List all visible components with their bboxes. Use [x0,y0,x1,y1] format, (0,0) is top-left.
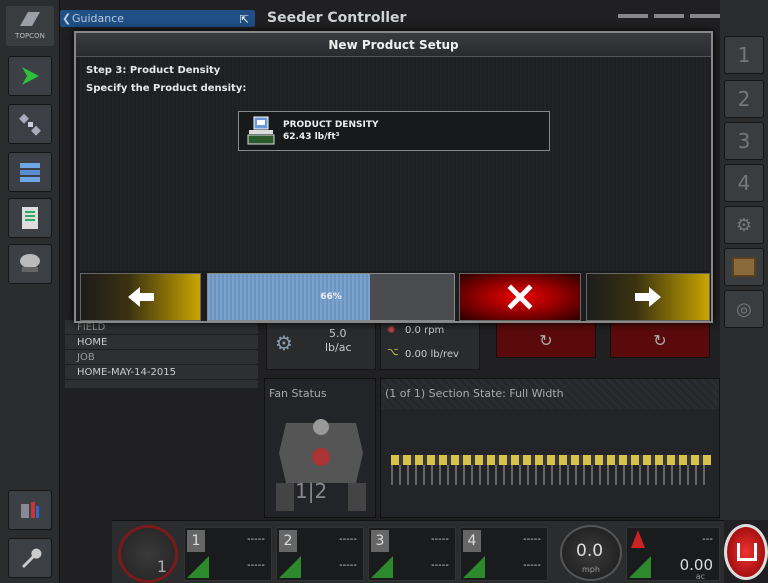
implement-icon [21,502,39,518]
satellite-button[interactable] [8,104,52,144]
section-toggle-2[interactable]: ↻ [610,322,710,358]
area-unit: ac [695,572,705,581]
dialog-step: Step 3: Product Density [86,65,221,76]
rev-icon: ⌥ [387,347,399,358]
next-button[interactable] [586,273,710,321]
product-density-field[interactable]: PRODUCT DENSITY 62.43 lb/ft³ [238,111,550,151]
meter-button[interactable]: ◎ [724,290,764,328]
rate-unit: lb/ac [325,341,352,354]
layout-icon [20,163,40,182]
green-triangle-icon [187,556,209,578]
seeder-icon [20,254,40,272]
bottom-bar: 1 1 ----- ----- 2 ----- ----- 3 ----- ----- 4-… [112,520,724,583]
scale-icon [247,116,275,145]
top-bar: ❮ Guidance ⇱ Seeder Controller [60,8,720,28]
right-sidebar: 1 2 3 4 ⚙ ◎ [720,0,768,520]
fan-status-label: Fan Status [269,387,327,400]
rate-value: 5.0 [329,327,347,340]
document-button[interactable] [8,198,52,238]
product-2-button[interactable]: 2 [724,80,764,118]
density-label: PRODUCT DENSITY [283,120,379,130]
refresh-icon: ↻ [653,330,667,350]
gear-wrench-icon: ⚙ [735,214,753,236]
rate-cell[interactable]: ⚙ 5.0 lb/ac [266,322,376,370]
close-icon [507,284,533,310]
field-value: HOME [65,335,258,350]
green-triangle-icon [629,556,651,578]
back-button[interactable] [80,273,201,321]
tools-button[interactable]: ⚙ [724,206,764,244]
arrow-left-icon [127,287,154,307]
meter-icon: ◎ [736,298,752,320]
fan-status-panel: Fan Status 1|2 [264,378,376,518]
section-state-label: (1 of 1) Section State: Full Width [381,379,719,409]
guidance-tab[interactable]: ❮ Guidance ⇱ [60,9,255,27]
red-arrow-icon [631,530,645,548]
bottom-slot-2[interactable]: 2 ----- ----- [276,527,364,581]
rev-value: 0.00 lb/rev [405,349,459,360]
rpm-value: 0.0 rpm [405,325,445,336]
guidance-label: Guidance [72,11,125,25]
green-triangle-icon [371,556,393,578]
refresh-icon: ↻ [539,330,553,350]
bin-button[interactable] [724,248,764,286]
area-top: --- [702,534,713,545]
back-chevron-icon: ❮ [62,11,72,25]
master-dial-number: 1 [156,557,167,576]
seeder-controller-screen: TOPCON ❮ Guidance ⇱ Seeder Controller 1 … [0,0,768,583]
speed-unit: mph [582,565,600,574]
setup-progress-bar: 66% [207,273,455,321]
play-arrow-icon [22,67,39,85]
seeder-shape-icon [737,543,757,561]
section-state-panel: (1 of 1) Section State: Full Width [380,378,720,518]
area-counter[interactable]: --- 0.00 ac [626,527,720,581]
density-value: 62.43 lb/ft³ [283,132,340,142]
app-title: Seeder Controller [267,10,407,26]
section-tines [391,465,711,485]
topcon-logo: TOPCON [6,6,54,46]
dialog-instruction: Specify the Product density: [86,83,247,94]
master-switch-button[interactable] [724,524,768,580]
product-4-button[interactable]: 4 [724,164,764,202]
layout-button[interactable] [8,152,52,192]
job-value: HOME-MAY-14-2015 [65,365,258,380]
guidance-button[interactable] [8,56,52,96]
dialog-title: New Product Setup [76,33,711,57]
cancel-button[interactable] [459,273,581,321]
bottom-slot-3[interactable]: 3 ----- ----- [368,527,456,581]
green-triangle-icon [463,556,485,578]
fan-numbers: 1|2 [295,479,328,503]
document-icon [22,207,38,229]
bottom-slot-1[interactable]: 1 ----- ----- [184,527,272,581]
bottom-slot-4[interactable]: 4 ----- ----- [460,527,548,581]
progress-label: 66% [320,292,342,302]
product-1-button[interactable]: 1 [724,36,764,74]
meter-cell: ✺ 0.0 rpm ⌥ 0.00 lb/rev [380,322,480,370]
speed-value: 0.0 [576,541,604,561]
satellite-icon [19,113,41,136]
bin-icon [732,257,756,277]
implement-button[interactable] [8,490,52,530]
logo-text: TOPCON [15,32,45,40]
left-sidebar: TOPCON [0,0,60,583]
rate-gear-icon: ⚙ [275,331,293,355]
job-label: JOB [65,350,258,365]
product-3-button[interactable]: 3 [724,122,764,160]
section-bar [391,455,711,465]
share-icon: ⇱ [239,12,249,26]
section-toggle-1[interactable]: ↻ [496,322,596,358]
new-product-setup-dialog: New Product Setup Step 3: Product Densit… [74,31,713,323]
rpm-icon: ✺ [387,325,396,336]
window-status [618,14,720,18]
green-triangle-icon [279,556,301,578]
wrench-icon [22,548,42,568]
seeder-button[interactable] [8,244,52,284]
master-dial[interactable]: 1 [118,525,178,583]
settings-button[interactable] [8,538,52,578]
speed-gauge: 0.0 mph [560,525,622,581]
job-info: FIELD HOME JOB HOME-MAY-14-2015 [65,320,258,388]
arrow-right-icon [635,287,661,307]
